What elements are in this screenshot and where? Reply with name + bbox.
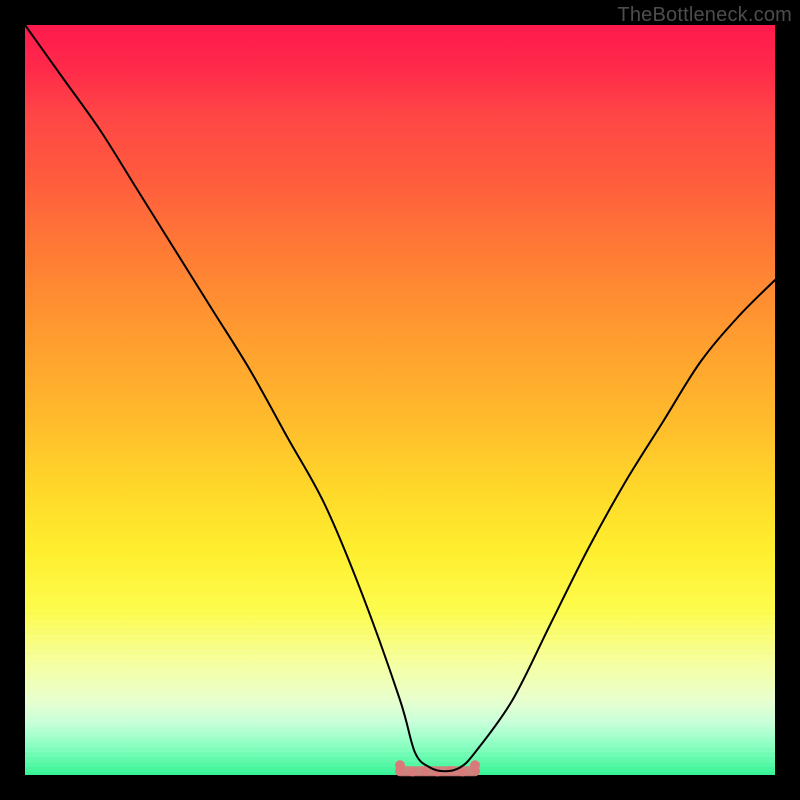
curve-layer [25,25,775,775]
highlight-dot [458,768,466,776]
watermark-text: TheBottleneck.com [617,4,792,27]
plot-area [25,25,775,775]
highlight-end [470,760,480,770]
highlight-end [395,760,405,770]
highlight-dot [408,768,416,776]
chart-frame: TheBottleneck.com [0,0,800,800]
bottleneck-curve [25,25,775,771]
